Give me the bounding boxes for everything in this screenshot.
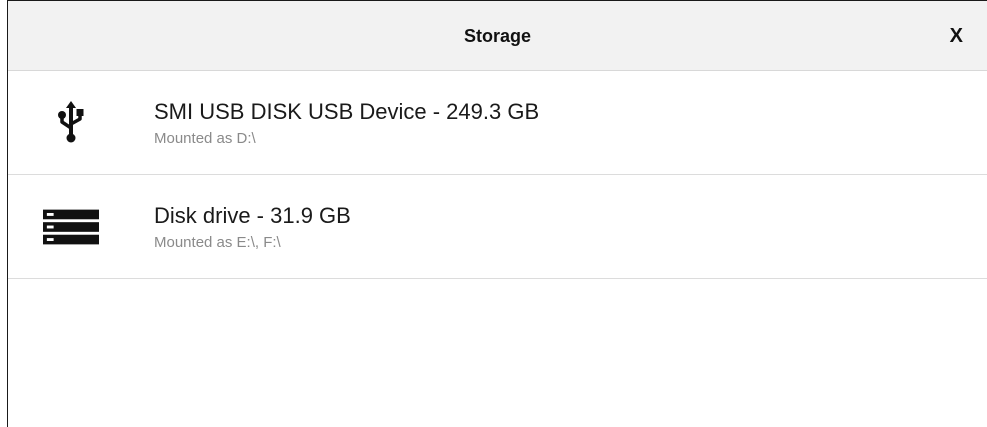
storage-device-item[interactable]: SMI USB DISK USB Device - 249.3 GB Mount… (8, 71, 987, 175)
device-mount-info: Mounted as D:\ (154, 130, 256, 147)
usb-icon (43, 95, 99, 151)
device-name: Disk drive - 31.9 GB (154, 203, 351, 228)
device-name: SMI USB DISK USB Device - 249.3 GB (154, 99, 540, 124)
device-mount-info: Mounted as E:\, F:\ (154, 234, 281, 251)
storage-dialog: Storage X SMI USB DISK USB Device - 249.… (7, 0, 987, 427)
dialog-title: Storage (463, 26, 532, 46)
storage-device-item[interactable]: Disk drive - 31.9 GB Mounted as E:\, F:\ (8, 175, 987, 279)
close-button[interactable]: X (950, 1, 963, 71)
disk-drive-icon (43, 199, 99, 255)
dialog-titlebar: Storage X (8, 1, 987, 71)
